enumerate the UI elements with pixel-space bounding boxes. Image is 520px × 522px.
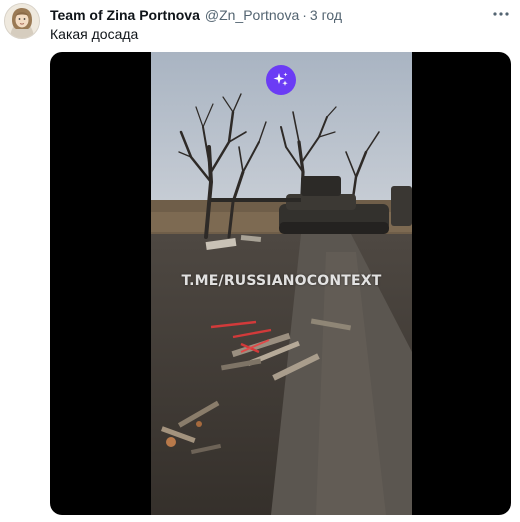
timestamp[interactable]: 3 год (310, 5, 342, 25)
video-frame[interactable]: T.ME/RUSSIANOCONTEXT (151, 52, 412, 515)
sparkle-badge[interactable] (266, 65, 296, 95)
sparkle-icon (273, 72, 288, 86)
separator-dot: · (302, 7, 307, 23)
tweet-text: Какая досада (50, 26, 139, 42)
more-horizontal-icon (493, 12, 509, 16)
tweet[interactable]: Team of Zina Portnova @Zn_Portnova · 3 г… (0, 0, 520, 522)
video-watermark: T.ME/RUSSIANOCONTEXT (181, 273, 382, 289)
display-name[interactable]: Team of Zina Portnova (50, 5, 200, 25)
user-handle[interactable]: @Zn_Portnova (205, 5, 299, 25)
avatar[interactable] (4, 3, 40, 39)
more-options-button[interactable] (491, 6, 511, 22)
tweet-header: Team of Zina Portnova @Zn_Portnova · 3 г… (50, 5, 342, 25)
video-player[interactable]: T.ME/RUSSIANOCONTEXT (50, 52, 511, 515)
